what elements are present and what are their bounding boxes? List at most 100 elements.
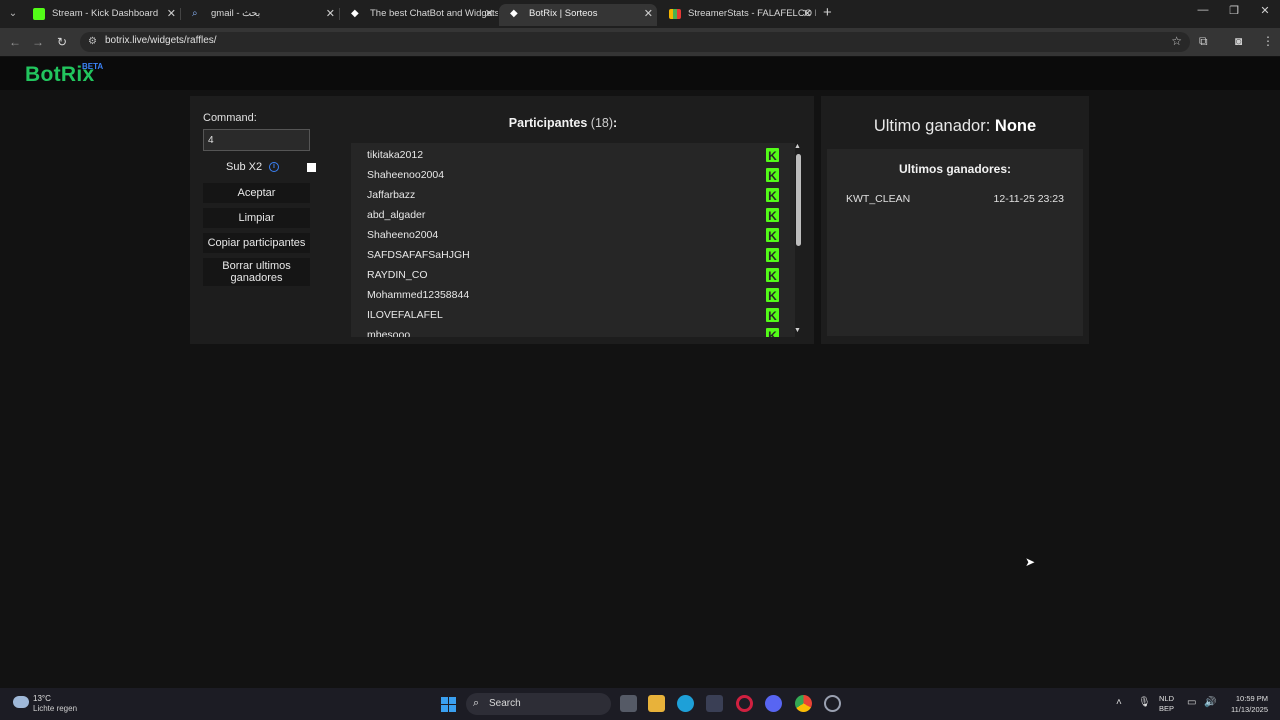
network-icon[interactable]: ▭ [1187, 697, 1196, 708]
kick-icon [766, 286, 779, 306]
participant-name: RAYDIN_CO [367, 269, 428, 281]
clear-button[interactable]: Limpiar [203, 208, 310, 228]
scroll-up-icon[interactable]: ▲ [794, 143, 801, 150]
taskbar-search[interactable]: ⌕ Search [466, 693, 611, 715]
accept-button[interactable]: Aceptar [203, 183, 310, 203]
winners-history-title: Ultimos ganadores: [898, 162, 1012, 176]
list-item[interactable]: Shaheeno2004 [367, 225, 782, 246]
tab-botrix-home[interactable]: ◆ The best ChatBot and Widgets ✕ [340, 4, 498, 26]
volume-icon[interactable]: 🔊 [1204, 697, 1216, 708]
command-input[interactable] [203, 129, 310, 151]
bookmark-star-icon[interactable]: ☆ [1171, 34, 1182, 48]
site-info-icon[interactable]: ⚙ [88, 36, 97, 47]
search-icon: ⌕ [192, 8, 198, 19]
weather-description[interactable]: Lichte regen [33, 704, 77, 713]
list-item[interactable]: SAFDSAFAFSaHJGH [367, 245, 782, 266]
list-item[interactable]: RAYDIN_CO [367, 265, 782, 286]
delete-last-winners-button[interactable]: Borrar ultimos ganadores [203, 258, 310, 286]
close-icon[interactable]: ✕ [167, 4, 176, 24]
stats-icon [669, 9, 681, 19]
system-clock[interactable]: 10:59 PM 11/13/2025 [1231, 693, 1268, 715]
browser-tab-bar: ⌄ Stream - Kick Dashboard ✕ ⌕ gmail - بح… [0, 0, 1280, 28]
new-tab-button[interactable]: + [823, 4, 832, 21]
reload-icon[interactable]: ↻ [53, 33, 71, 51]
close-window-icon[interactable]: ✕ [1250, 4, 1280, 17]
discord-icon[interactable] [765, 695, 782, 712]
participant-name: abd_algader [367, 209, 426, 221]
participant-name: Mohammed12358844 [367, 289, 470, 301]
back-icon[interactable]: ← [6, 33, 24, 51]
close-icon[interactable]: ✕ [485, 4, 494, 24]
participant-name: Shaheeno2004 [367, 229, 439, 241]
file-explorer-icon[interactable] [648, 695, 665, 712]
tab-gmail-search[interactable]: ⌕ gmail - بحث ✕ [181, 4, 339, 26]
list-item[interactable]: tikitaka2012 [367, 145, 782, 166]
url-text[interactable]: botrix.live/widgets/raffles/ [105, 35, 217, 46]
participants-count: (18) [590, 116, 614, 130]
address-bar[interactable]: ⚙ botrix.live/widgets/raffles/ ☆ [80, 32, 1190, 52]
participants-scrollbar[interactable]: ▲ ▼ [793, 143, 803, 337]
steam-icon[interactable] [824, 695, 841, 712]
tab-title: gmail - بحث [211, 8, 261, 19]
weather-temperature[interactable]: 13°C [33, 694, 51, 703]
restore-icon[interactable]: ❐ [1219, 4, 1249, 17]
botrix-icon: ◆ [510, 8, 518, 19]
minimize-icon[interactable]: — [1188, 4, 1218, 16]
list-item[interactable]: mbesooo [367, 325, 782, 337]
kick-icon [766, 146, 779, 166]
tab-title: StreamerStats - FALAFELCO Pro [688, 8, 816, 19]
kick-icon [766, 226, 779, 246]
raffle-panel: Command: Sub X2 i Aceptar Limpiar Copiar… [190, 96, 814, 344]
command-label: Command: [203, 112, 257, 124]
kick-icon [766, 246, 779, 266]
beta-badge: BETA [82, 62, 104, 71]
windows-start-icon[interactable] [441, 697, 456, 712]
sub-x2-label: Sub X2 [226, 161, 263, 173]
scroll-thumb[interactable] [796, 154, 801, 246]
list-item[interactable]: Jaffarbazz [367, 185, 782, 206]
participant-name: SAFDSAFAFSaHJGH [367, 249, 470, 261]
tab-kick-dashboard[interactable]: Stream - Kick Dashboard ✕ [22, 4, 180, 26]
participant-name: tikitaka2012 [367, 149, 424, 161]
close-icon[interactable]: ✕ [326, 4, 335, 24]
kick-icon [766, 266, 779, 286]
language-code: NLD [1159, 694, 1175, 703]
participants-label: Participantes [508, 116, 588, 130]
clock-time: 10:59 PM [1235, 694, 1268, 703]
weather-cloud-icon[interactable] [13, 696, 29, 708]
last-winner-value: None [994, 117, 1037, 135]
chrome-icon[interactable] [795, 695, 812, 712]
tab-title: The best ChatBot and Widgets [370, 8, 498, 19]
menu-icon[interactable]: ⋮ [1262, 34, 1274, 48]
list-item[interactable]: ILOVEFALAFEL [367, 305, 782, 326]
opera-icon[interactable] [736, 695, 753, 712]
participants-list[interactable]: tikitaka2012 Shaheenoo2004 Jaffarbazz ab… [351, 143, 795, 337]
tab-streamerstats[interactable]: StreamerStats - FALAFELCO Pro ✕ [658, 4, 816, 26]
site-header: BotRix BETA [0, 57, 1280, 90]
info-icon[interactable]: i [269, 162, 279, 172]
list-item[interactable]: Shaheenoo2004 [367, 165, 782, 186]
copy-participants-button[interactable]: Copiar participantes [203, 233, 310, 253]
list-item[interactable]: abd_algader [367, 205, 782, 226]
mouse-cursor-icon: ➤ [1025, 555, 1036, 569]
participant-name: mbesooo [367, 329, 411, 337]
extensions-icon[interactable]: ⧉ [1199, 34, 1208, 49]
close-icon[interactable]: ✕ [644, 4, 653, 24]
kick-icon [766, 206, 779, 226]
tab-botrix-sorteos[interactable]: ◆ BotRix | Sorteos ✕ [499, 4, 657, 26]
tray-overflow-icon[interactable]: ˄ [1116, 697, 1122, 708]
tab-search-button[interactable]: ⌄ [4, 5, 22, 23]
microphone-icon[interactable]: 🎙 [1138, 697, 1151, 708]
store-icon[interactable] [706, 695, 723, 712]
language-indicator[interactable]: NLD BEP [1159, 694, 1174, 714]
tab-title: Stream - Kick Dashboard [52, 8, 159, 19]
profile-icon[interactable]: ◙ [1235, 34, 1242, 48]
edge-icon[interactable] [677, 695, 694, 712]
close-icon[interactable]: ✕ [803, 4, 812, 24]
list-item[interactable]: Mohammed12358844 [367, 285, 782, 306]
forward-icon[interactable]: → [29, 33, 47, 51]
kick-icon [33, 8, 45, 20]
task-view-icon[interactable] [620, 695, 637, 712]
scroll-down-icon[interactable]: ▼ [794, 327, 801, 334]
sub-x2-checkbox[interactable] [307, 163, 316, 172]
